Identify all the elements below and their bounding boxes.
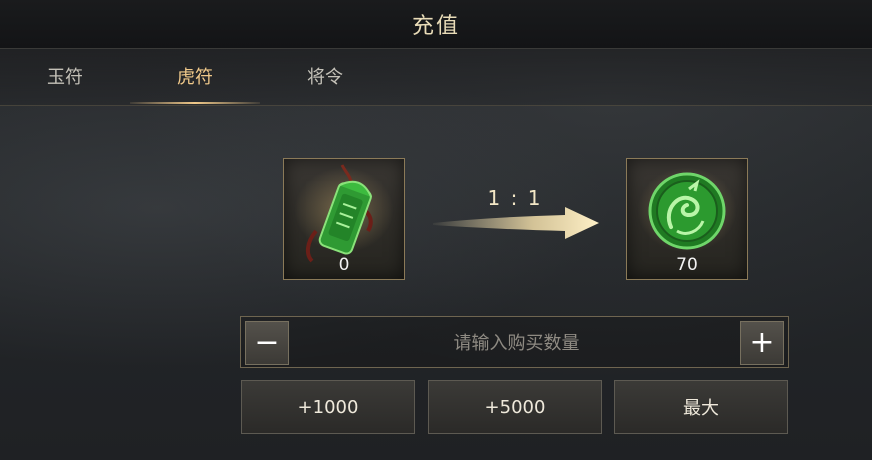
- source-item-slot[interactable]: 0: [283, 158, 405, 280]
- target-item-slot[interactable]: 70: [626, 158, 748, 280]
- tab-jade-tally[interactable]: 玉符: [0, 49, 130, 103]
- exchange-arrow-icon: [433, 207, 599, 239]
- page-title: 充值: [411, 14, 460, 39]
- add-1000-button[interactable]: +1000: [241, 380, 415, 434]
- tab-general-order[interactable]: 将令: [260, 49, 390, 103]
- quantity-stepper: − +: [240, 316, 789, 368]
- max-button[interactable]: 最大: [614, 380, 788, 434]
- target-item-count: 70: [676, 255, 698, 275]
- title-bar: 充值: [0, 0, 872, 49]
- tab-bar: 玉符 虎符 将令: [0, 49, 872, 106]
- source-item-count: 0: [338, 255, 350, 275]
- quantity-input[interactable]: [297, 321, 736, 365]
- increase-button[interactable]: +: [740, 321, 784, 365]
- decrease-button[interactable]: −: [245, 321, 289, 365]
- add-5000-button[interactable]: +5000: [428, 380, 602, 434]
- tab-tiger-tally[interactable]: 虎符: [130, 49, 260, 104]
